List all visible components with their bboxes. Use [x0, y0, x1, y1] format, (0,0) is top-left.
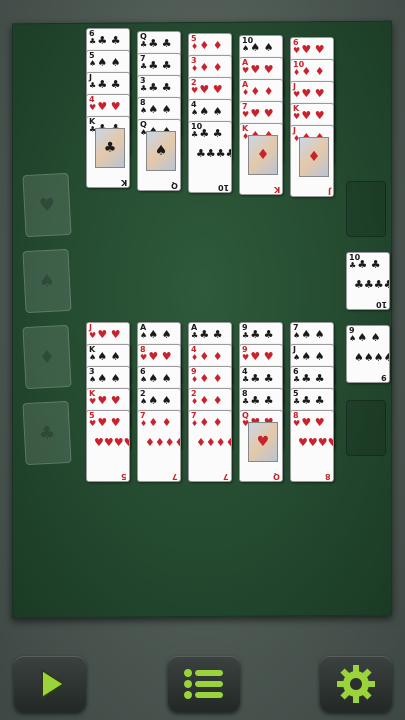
card-pips: ♣ ♣ — [148, 37, 172, 50]
card[interactable]: 5♥♥ ♥♥♥♥♥♥5 — [86, 410, 130, 482]
card-pips-large: ♥♥♥♥♥♥♥♥ — [298, 435, 334, 449]
menu-button[interactable] — [168, 656, 240, 712]
card-pips: ♠ ♠ — [97, 56, 121, 69]
card-pips: ♥ ♥ — [97, 100, 121, 113]
card-rank-corner: K — [273, 185, 280, 194]
card-pips: ♥ ♥ — [199, 83, 223, 96]
play-button[interactable] — [14, 656, 86, 712]
card-pips: ♣ ♣ — [301, 394, 325, 407]
card-pips: ♠ ♠ — [97, 350, 121, 363]
card-pips-large: ♦♦♦♦♦♦♦ — [145, 435, 180, 449]
settings-button[interactable] — [320, 656, 392, 712]
card-rank-corner: Q — [273, 472, 280, 481]
card[interactable]: K♦♦ ♦♦K — [239, 123, 283, 195]
foundation-suit-icon: ♥ — [38, 194, 56, 216]
card-pips: ♣ ♣ — [250, 394, 274, 407]
card-pips: ♣ ♣ — [97, 78, 121, 91]
card-pips: ♥ ♥ — [148, 350, 172, 363]
card[interactable]: 10♣♣ ♣♣♣♣♣♣♣♣♣♣♣10 — [188, 121, 232, 193]
card-pips: ♣ ♣ — [250, 328, 274, 341]
card-rank-corner: 9 — [381, 373, 387, 382]
card-rank-corner: 7 — [223, 472, 229, 481]
foundation-2[interactable]: ♠ — [22, 248, 72, 314]
card-pips: ♠ ♠ — [148, 372, 172, 385]
card-rank-corner: 10 — [217, 183, 229, 192]
foundation-3[interactable]: ♦ — [22, 324, 72, 390]
card[interactable]: 7♦♦ ♦♦♦♦♦♦♦♦7 — [188, 410, 232, 482]
card-pips: ♥ ♥ — [250, 350, 274, 363]
card-rank-corner: 7 — [172, 472, 178, 481]
card-pips: ♠ ♠ — [148, 328, 172, 341]
card-face-art: ♥ — [248, 422, 278, 462]
card-pips: ♦ ♦ — [199, 372, 223, 385]
card-pips-large: ♠♠♠♠♠♠♠♠♠ — [354, 350, 390, 364]
card-pips: ♥ ♥ — [301, 87, 325, 100]
card-pips: ♣ ♣ — [148, 81, 172, 94]
card-pips: ♥ ♥ — [250, 107, 274, 120]
card-pips: ♠ ♠ — [199, 105, 223, 118]
card-pips: ♦ ♦ — [250, 85, 274, 98]
foundation-suit-icon: ♠ — [38, 270, 56, 292]
card[interactable]: Q♥♥ ♥♥Q — [239, 410, 283, 482]
card-pips: ♣ ♣ — [148, 59, 172, 72]
card-pips: ♥ ♥ — [250, 63, 274, 76]
card-pips-large: ♥♥♥♥♥ — [94, 435, 129, 449]
card-face-art: ♣ — [95, 128, 125, 168]
foundation-4[interactable]: ♣ — [22, 400, 72, 466]
card-pips: ♦ ♦ — [301, 65, 325, 78]
card-pips-large: ♣♣♣♣♣♣♣♣♣♣ — [196, 146, 231, 160]
card-pips-large: ♦♦♦♦♦♦♦ — [196, 435, 231, 449]
card[interactable]: J♦♦ ♦♦J — [290, 125, 334, 197]
card-rank-corner: 5 — [121, 472, 127, 481]
card-pips: ♣ ♣ — [97, 34, 121, 47]
card-pips: ♣ ♣ — [301, 372, 325, 385]
card-rank-corner: Q — [171, 181, 178, 190]
card-pips: ♥ ♥ — [97, 328, 121, 341]
card-face-art: ♦ — [248, 135, 278, 175]
card-pips: ♠ ♠ — [148, 103, 172, 116]
card-rank-corner: K — [120, 178, 127, 187]
card-pips: ♦ ♦ — [199, 39, 223, 52]
card-pips: ♦ ♦ — [199, 61, 223, 74]
card-rank-corner: 8 — [325, 472, 331, 481]
card[interactable]: K♣♣ ♣♣K — [86, 116, 130, 188]
card-pips: ♦ ♦ — [199, 350, 223, 363]
card-pips: ♠ ♠ — [250, 41, 274, 54]
card-face-art: ♠ — [146, 131, 176, 171]
card-rank-corner: J — [328, 187, 331, 196]
card-pips: ♣ ♣ — [250, 372, 274, 385]
reserve-slot-empty-bottom[interactable] — [346, 400, 386, 456]
reserve-card[interactable]: 9♠♠ ♠♠♠♠♠♠♠♠♠♠9 — [346, 325, 390, 383]
card-pips: ♥ ♥ — [97, 394, 121, 407]
card-face-art: ♦ — [299, 137, 329, 177]
foundation-1[interactable]: ♥ — [22, 172, 72, 238]
card[interactable]: Q♠♠ ♠♠Q — [137, 119, 181, 191]
card-pips: ♥ ♥ — [301, 43, 325, 56]
card[interactable]: 7♦♦ ♦♦♦♦♦♦♦♦7 — [137, 410, 181, 482]
gear-icon — [337, 665, 375, 703]
card-rank-corner: 10 — [375, 300, 387, 309]
card-pips: ♠ ♠ — [97, 372, 121, 385]
card-pips-large: ♣♣♣♣♣♣♣♣♣♣ — [354, 277, 389, 291]
card-pips: ♠ ♠ — [148, 394, 172, 407]
card-pips: ♦ ♦ — [199, 394, 223, 407]
card[interactable]: 8♥♥ ♥♥♥♥♥♥♥♥♥8 — [290, 410, 334, 482]
reserve-card[interactable]: 10♣♣ ♣♣♣♣♣♣♣♣♣♣♣10 — [346, 252, 390, 310]
foundation-suit-icon: ♣ — [38, 422, 56, 444]
card-pips: ♣ ♣ — [199, 328, 223, 341]
menu-icon — [184, 669, 223, 699]
card-pips: ♠ ♠ — [301, 328, 325, 341]
foundation-suit-icon: ♦ — [38, 346, 56, 368]
card-pips: ♥ ♥ — [301, 109, 325, 122]
card-pips: ♠ ♠ — [301, 350, 325, 363]
play-icon — [41, 668, 66, 700]
reserve-slot-empty-top[interactable] — [346, 181, 386, 237]
